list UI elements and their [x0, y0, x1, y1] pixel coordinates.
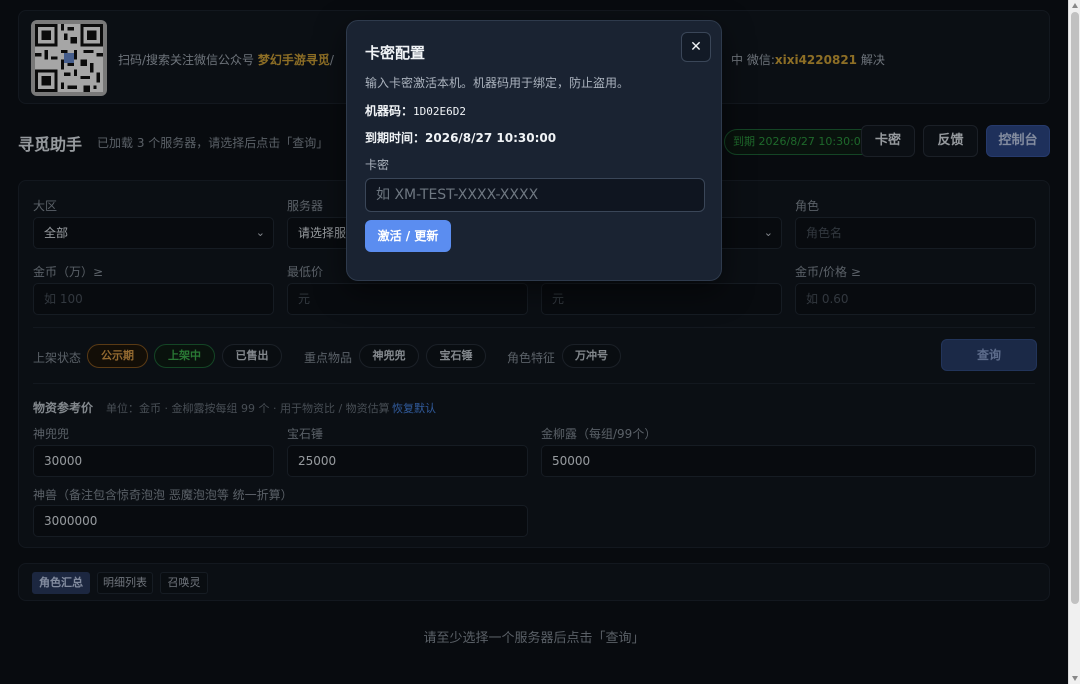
close-icon: ✕	[690, 39, 702, 55]
modal-title: 卡密配置	[365, 44, 426, 62]
page: 扫码/搜索关注微信公众号 梦幻手游寻觅/ 中 微信:xixi4220821 解决…	[0, 0, 1068, 684]
scrollbar[interactable]	[1068, 0, 1080, 684]
scrollbar-thumb[interactable]	[1071, 12, 1079, 604]
kami-label: 卡密	[365, 158, 390, 172]
kami-config-modal: 卡密配置 ✕ 输入卡密激活本机。机器码用于绑定，防止盗用。 机器码：1D02E6…	[346, 20, 722, 281]
close-button[interactable]: ✕	[681, 32, 711, 62]
activate-button[interactable]: 激活 / 更新	[365, 220, 451, 252]
scroll-up-arrow-icon[interactable]	[1072, 3, 1078, 8]
scroll-down-arrow-icon[interactable]	[1072, 676, 1078, 681]
machine-code-row: 机器码：1D02E6D2	[365, 104, 466, 118]
expire-row: 到期时间：2026/8/27 10:30:00	[365, 131, 557, 145]
modal-description: 输入卡密激活本机。机器码用于绑定，防止盗用。	[365, 76, 630, 90]
machine-code: 1D02E6D2	[413, 105, 466, 118]
expire-value: 2026/8/27 10:30:00	[425, 131, 557, 145]
kami-input[interactable]: 如 XM-TEST-XXXX-XXXX	[365, 178, 705, 212]
